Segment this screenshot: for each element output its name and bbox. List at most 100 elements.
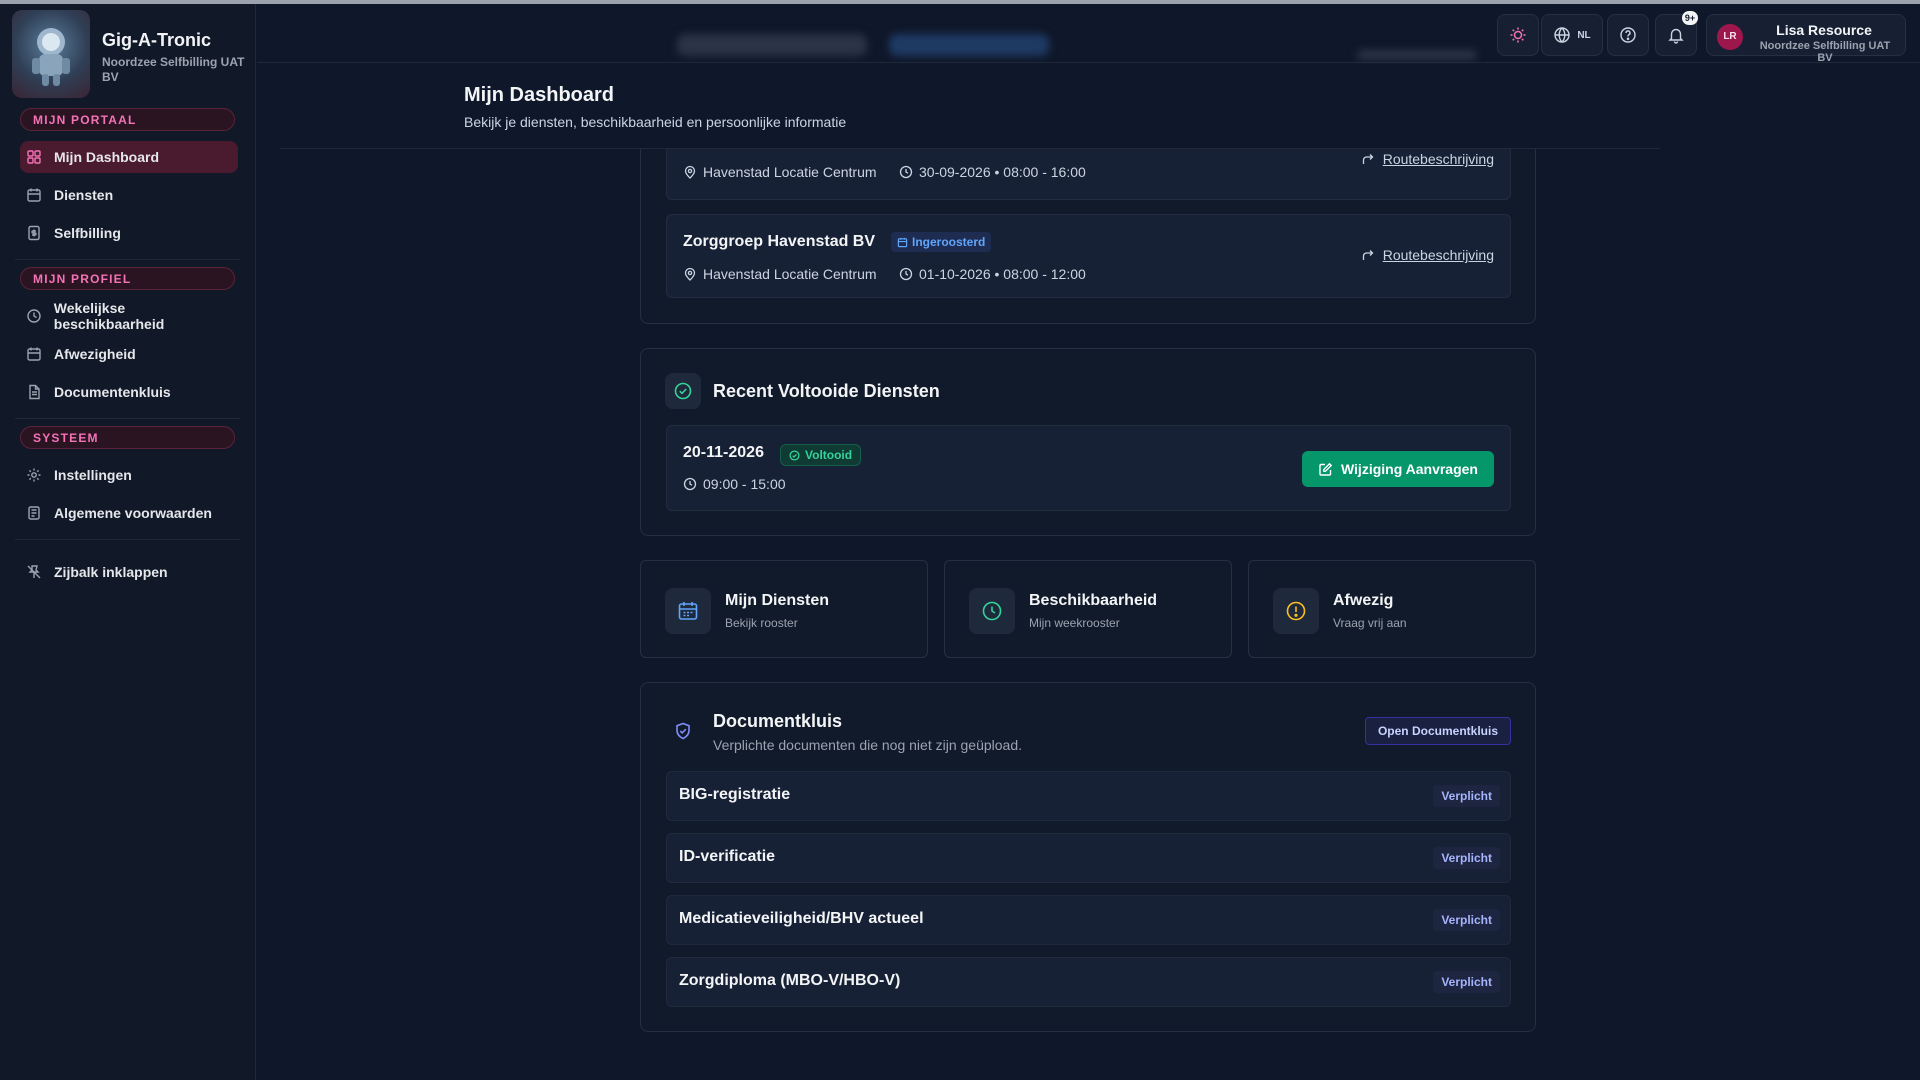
map-pin-icon xyxy=(684,165,696,179)
blurred-tab xyxy=(889,34,1049,56)
quick-link-title: Afwezig xyxy=(1333,592,1394,609)
request-change-button[interactable]: Wijziging Aanvragen xyxy=(1301,451,1494,487)
shift-location-text: Havenstad Locatie Centrum xyxy=(703,266,877,282)
user-name: Lisa Resource xyxy=(1776,22,1872,38)
quick-link-afwezig[interactable]: Afwezig Vraag vrij aan xyxy=(1248,560,1536,658)
quick-link-mijn-diensten[interactable]: Mijn Diensten Bekijk rooster xyxy=(640,560,928,658)
blurred-tab xyxy=(677,34,867,56)
corner-up-right-icon xyxy=(1362,250,1374,260)
calendar-icon xyxy=(897,237,908,247)
sidebar-item-diensten[interactable]: Diensten xyxy=(20,179,238,211)
section-systeem: SYSTEEM xyxy=(20,426,235,449)
document-row[interactable]: BIG-registratie Verplicht xyxy=(666,771,1511,821)
document-row[interactable]: Zorgdiploma (MBO-V/HBO-V) Verplicht xyxy=(666,957,1511,1007)
file-icon xyxy=(22,384,46,400)
sidebar-item-documentenkluis[interactable]: Documentenkluis xyxy=(20,376,238,408)
theme-toggle-button[interactable] xyxy=(1497,14,1539,56)
clock-icon xyxy=(899,267,913,281)
sidebar-divider xyxy=(15,418,240,419)
alert-circle-icon xyxy=(1273,588,1319,634)
calendar-icon xyxy=(665,588,711,634)
route-link-label: Routebeschrijving xyxy=(1382,247,1494,263)
required-badge: Verplicht xyxy=(1433,909,1500,931)
document-row[interactable]: Medicatieveiligheid/BHV actueel Verplich… xyxy=(666,895,1511,945)
shield-check-icon xyxy=(665,713,701,749)
quick-link-subtitle: Vraag vrij aan xyxy=(1333,616,1407,630)
sun-icon xyxy=(1510,27,1526,43)
help-button[interactable] xyxy=(1607,14,1649,56)
document-row[interactable]: ID-verificatie Verplicht xyxy=(666,833,1511,883)
sidebar-item-label: Instellingen xyxy=(54,467,132,483)
shift-row[interactable]: Zorggroep Havenstad BV Ingeroosterd Have… xyxy=(666,214,1511,298)
sidebar-divider xyxy=(15,259,240,260)
dashboard-icon xyxy=(22,149,46,165)
sidebar-item-afwezigheid[interactable]: Afwezigheid xyxy=(20,338,238,370)
user-menu-button[interactable]: LR Lisa Resource Noordzee Selfbilling UA… xyxy=(1706,14,1906,64)
required-badge: Verplicht xyxy=(1433,971,1500,993)
shift-location-text: Havenstad Locatie Centrum xyxy=(703,164,877,180)
shift-location: Havenstad Locatie Centrum xyxy=(683,266,877,282)
sidebar-divider xyxy=(15,539,240,540)
calendar-icon xyxy=(22,187,46,203)
brand[interactable]: Gig-A-Tronic Noordzee Selfbilling UAT BV xyxy=(12,10,252,98)
sidebar-item-instellingen[interactable]: Instellingen xyxy=(20,459,238,491)
receipt-icon xyxy=(22,225,46,241)
clock-icon xyxy=(899,165,913,179)
sidebar-item-label: Mijn Dashboard xyxy=(54,149,160,165)
check-circle-icon xyxy=(789,449,800,461)
sidebar-item-label: Diensten xyxy=(54,187,114,203)
check-circle-icon xyxy=(665,373,701,409)
status-badge: Ingeroosterd xyxy=(891,232,992,252)
brand-name: Gig-A-Tronic xyxy=(102,30,211,50)
notification-count-badge: 9+ xyxy=(1682,11,1698,25)
document-name: Zorgdiploma (MBO-V/HBO-V) xyxy=(679,972,901,989)
route-link[interactable]: Routebeschrijving xyxy=(1361,247,1494,263)
language-selector[interactable]: NL xyxy=(1541,14,1603,56)
page-title: Mijn Dashboard xyxy=(464,84,615,106)
sidebar-item-label: Afwezigheid xyxy=(54,346,136,362)
completed-date: 20-11-2026 xyxy=(683,444,764,461)
corner-up-right-icon xyxy=(1362,154,1374,164)
sidebar-item-label: Documentenkluis xyxy=(54,384,171,400)
completed-time-text: 09:00 - 15:00 xyxy=(703,476,786,492)
sidebar-item-wekelijkse-beschikbaarheid[interactable]: Wekelijkse beschikbaarheid xyxy=(20,300,238,332)
completed-shifts-card: Recent Voltooide Diensten 20-11-2026 Vol… xyxy=(640,348,1536,536)
shift-datetime: 01-10-2026 • 08:00 - 12:00 xyxy=(899,266,1086,282)
card-title: Documentkluis xyxy=(713,711,843,731)
edit-icon xyxy=(1319,462,1333,476)
help-circle-icon xyxy=(1620,27,1636,43)
shift-org: Zorggroep Havenstad BV xyxy=(683,233,876,250)
clock-icon xyxy=(969,588,1015,634)
document-name: BIG-registratie xyxy=(679,786,791,803)
language-code: NL xyxy=(1577,29,1591,41)
collapse-sidebar-label: Zijbalk inklappen xyxy=(54,564,168,580)
shift-location: Havenstad Locatie Centrum xyxy=(683,164,877,180)
sidebar-item-algemene-voorwaarden[interactable]: Algemene voorwaarden xyxy=(20,497,238,529)
avatar: LR xyxy=(1717,24,1743,50)
shift-datetime: 30-09-2026 • 08:00 - 16:00 xyxy=(899,164,1086,180)
document-name: Medicatieveiligheid/BHV actueel xyxy=(679,910,924,927)
status-badge-label: Ingeroosterd xyxy=(912,235,986,249)
sidebar-item-mijn-dashboard[interactable]: Mijn Dashboard xyxy=(20,141,238,173)
clock-icon xyxy=(683,477,697,491)
quick-link-beschikbaarheid[interactable]: Beschikbaarheid Mijn weekrooster xyxy=(944,560,1232,658)
quick-link-subtitle: Mijn weekrooster xyxy=(1029,616,1120,630)
document-vault-card: Documentkluis Verplichte documenten die … xyxy=(640,682,1536,1032)
brand-logo xyxy=(12,10,90,98)
scroll-icon xyxy=(22,505,46,521)
quick-link-title: Beschikbaarheid xyxy=(1029,592,1158,609)
clock-icon xyxy=(22,308,46,324)
bell-icon xyxy=(1668,28,1684,44)
sidebar-item-selfbilling[interactable]: Selfbilling xyxy=(20,217,238,249)
sidebar-item-label: Algemene voorwaarden xyxy=(54,505,212,521)
route-link[interactable]: Routebeschrijving xyxy=(1361,151,1494,167)
collapse-sidebar-button[interactable]: Zijbalk inklappen xyxy=(20,556,238,588)
shift-datetime-text: 01-10-2026 • 08:00 - 12:00 xyxy=(919,266,1086,282)
quick-link-subtitle: Bekijk rooster xyxy=(725,616,798,630)
page-subtitle: Bekijk je diensten, beschikbaarheid en p… xyxy=(464,114,847,130)
notifications-button[interactable]: 9+ xyxy=(1655,11,1698,56)
globe-icon xyxy=(1554,27,1571,43)
open-document-vault-button[interactable]: Open Documentkluis xyxy=(1364,717,1511,745)
shift-datetime-text: 30-09-2026 • 08:00 - 16:00 xyxy=(919,164,1086,180)
gear-icon xyxy=(22,467,46,483)
